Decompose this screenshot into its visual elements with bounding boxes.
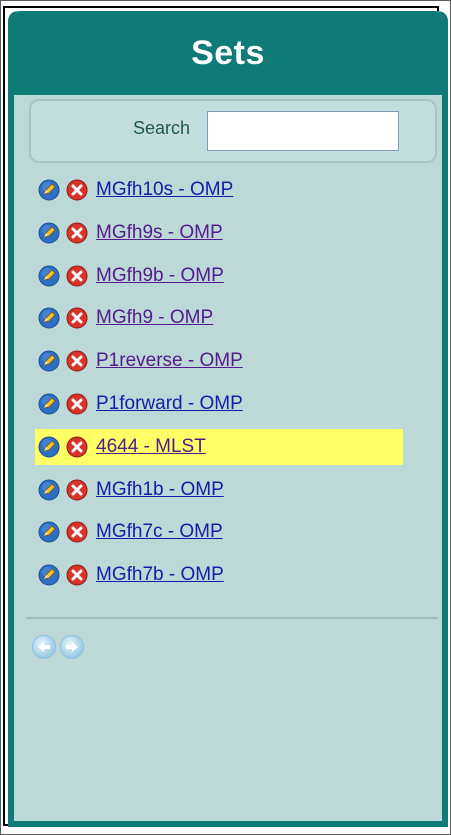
- set-list: MGfh10s - OMP MGfh9s - OMP MGfh9b - OMP MGf…: [35, 171, 418, 599]
- delete-x-icon[interactable]: [66, 521, 88, 543]
- list-item: MGfh10s - OMP: [38, 171, 418, 209]
- list-item: MGfh7c - OMP: [38, 513, 418, 551]
- set-link[interactable]: P1reverse - OMP: [96, 350, 243, 372]
- set-link[interactable]: MGfh1b - OMP: [96, 479, 224, 501]
- pencil-edit-icon[interactable]: [38, 479, 60, 501]
- pencil-edit-icon[interactable]: [38, 350, 60, 372]
- panel-title: Sets: [191, 33, 265, 72]
- divider: [26, 617, 438, 619]
- delete-x-icon[interactable]: [66, 222, 88, 244]
- set-link[interactable]: MGfh9s - OMP: [96, 222, 223, 244]
- search-input[interactable]: [207, 111, 399, 151]
- search-box: Search: [29, 99, 437, 163]
- pencil-edit-icon[interactable]: [38, 179, 60, 201]
- delete-x-icon[interactable]: [66, 436, 88, 458]
- list-item: MGfh9 - OMP: [38, 299, 418, 337]
- delete-x-icon[interactable]: [66, 564, 88, 586]
- pencil-edit-icon[interactable]: [38, 222, 60, 244]
- list-item: P1forward - OMP: [38, 385, 418, 423]
- pager: [32, 635, 88, 659]
- sets-panel: Sets Search MGfh10s - OMP MGfh9s - OMP MGf…: [8, 11, 448, 827]
- set-link[interactable]: P1forward - OMP: [96, 393, 243, 415]
- set-link[interactable]: 4644 - MLST: [96, 436, 206, 458]
- pencil-edit-icon[interactable]: [38, 521, 60, 543]
- set-link[interactable]: MGfh7b - OMP: [96, 564, 224, 586]
- delete-x-icon[interactable]: [66, 479, 88, 501]
- pencil-edit-icon[interactable]: [38, 436, 60, 458]
- delete-x-icon[interactable]: [66, 265, 88, 287]
- list-item: MGfh7b - OMP: [38, 556, 418, 594]
- panel-header: Sets: [14, 11, 442, 95]
- set-link[interactable]: MGfh9 - OMP: [96, 307, 213, 329]
- delete-x-icon[interactable]: [66, 307, 88, 329]
- arrow-right-icon[interactable]: [60, 635, 84, 659]
- pencil-edit-icon[interactable]: [38, 265, 60, 287]
- pencil-edit-icon[interactable]: [38, 564, 60, 586]
- pencil-edit-icon[interactable]: [38, 393, 60, 415]
- delete-x-icon[interactable]: [66, 393, 88, 415]
- pencil-edit-icon[interactable]: [38, 307, 60, 329]
- delete-x-icon[interactable]: [66, 179, 88, 201]
- list-item: MGfh1b - OMP: [38, 471, 418, 509]
- arrow-left-icon[interactable]: [32, 635, 56, 659]
- set-link[interactable]: MGfh10s - OMP: [96, 179, 233, 201]
- search-label: Search: [133, 118, 191, 138]
- set-link[interactable]: MGfh7c - OMP: [96, 521, 223, 543]
- list-item: P1reverse - OMP: [38, 342, 418, 380]
- list-item: MGfh9b - OMP: [38, 257, 418, 295]
- delete-x-icon[interactable]: [66, 350, 88, 372]
- list-item: MGfh9s - OMP: [38, 214, 418, 252]
- set-link[interactable]: MGfh9b - OMP: [96, 265, 224, 287]
- list-item: 4644 - MLST: [35, 428, 418, 466]
